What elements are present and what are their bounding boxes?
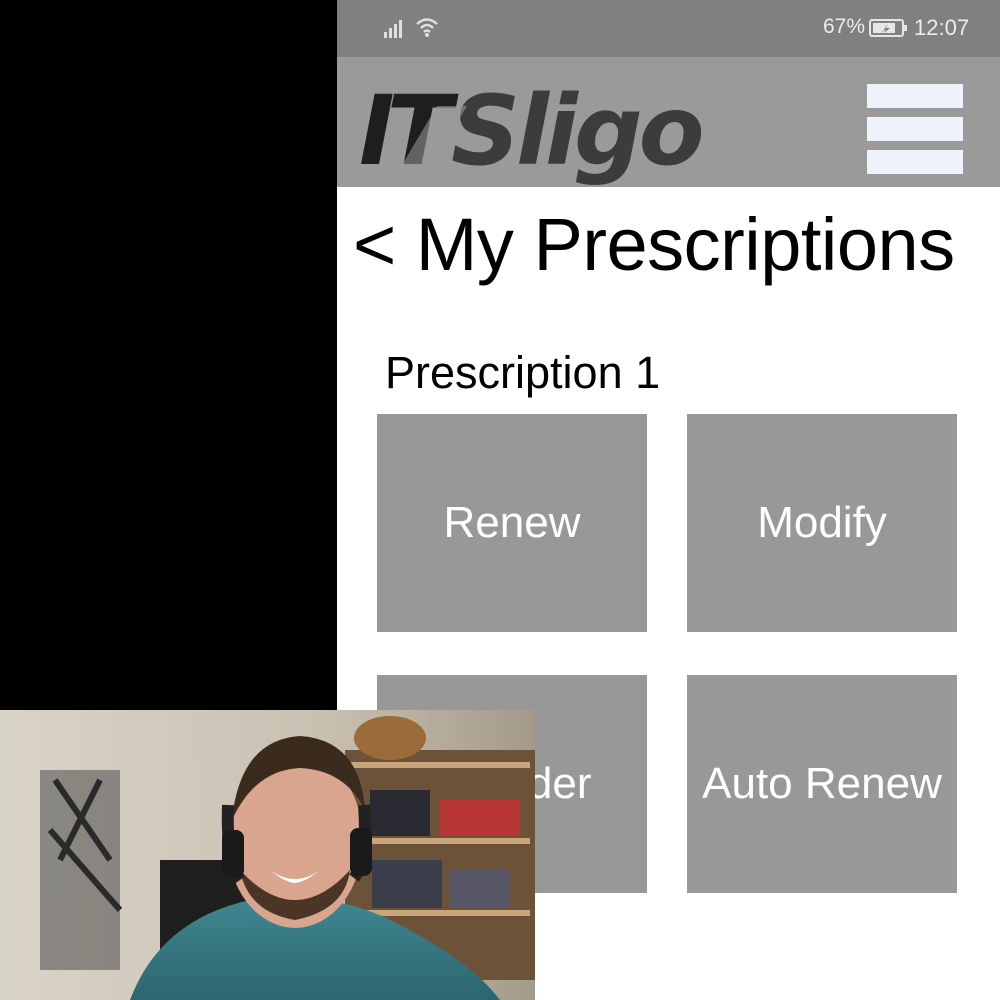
- battery-icon: [869, 19, 907, 37]
- page-title-back-link[interactable]: < My Prescriptions: [353, 202, 955, 287]
- status-bar: 67% 12:07: [337, 0, 1000, 57]
- menu-bar: [867, 117, 963, 141]
- menu-bar: [867, 84, 963, 108]
- svg-text:Sligo: Sligo: [451, 78, 701, 187]
- menu-bar: [867, 150, 963, 174]
- modify-button[interactable]: Modify: [687, 414, 957, 632]
- wifi-icon: [416, 18, 438, 37]
- battery-percent: 67%: [823, 15, 866, 38]
- clock: 12:07: [914, 15, 970, 40]
- prescription-label: Prescription 1: [385, 347, 661, 398]
- webcam-overlay: [0, 710, 535, 1000]
- renew-button[interactable]: Renew: [377, 414, 647, 632]
- hamburger-menu-icon[interactable]: [867, 84, 963, 174]
- auto-renew-button[interactable]: Auto Renew: [687, 675, 957, 893]
- signal-icon: [384, 20, 402, 38]
- it-sligo-logo: IT Sligo: [359, 78, 701, 190]
